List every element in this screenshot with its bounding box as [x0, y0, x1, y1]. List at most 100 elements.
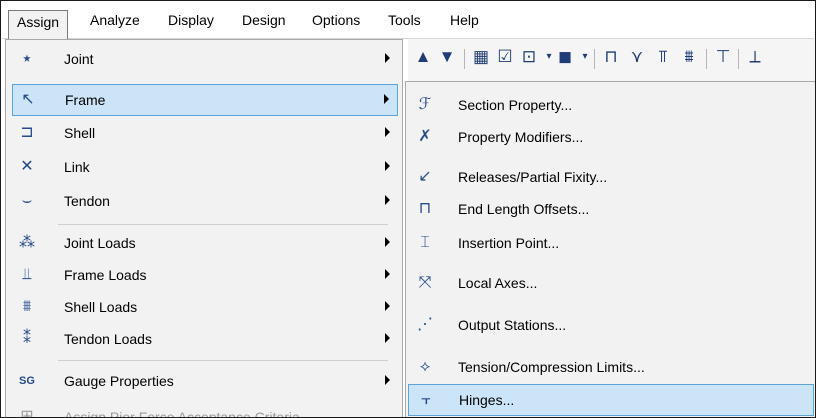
menu-item-frame[interactable]: ↖ Frame — [12, 84, 398, 116]
submenu-item-label: Output Stations... — [458, 317, 567, 333]
frame-icon[interactable]: ⊡ — [520, 48, 538, 66]
pier-icon: ⊞ — [20, 408, 34, 418]
menu-help[interactable]: Help — [442, 8, 487, 32]
submenu-arrow-icon — [385, 333, 390, 343]
menu-analyze[interactable]: Analyze — [82, 8, 148, 32]
toolbar-separator — [706, 49, 707, 69]
up-arrow-icon[interactable]: ▲ — [414, 48, 432, 66]
menu-item-label: Tendon Loads — [64, 331, 152, 347]
gauge-icon: SG — [19, 375, 35, 387]
submenu-arrow-icon — [385, 269, 390, 279]
menu-item-pier-criteria[interactable]: ⊞ Assign Pier Force Acceptance Criteria.… — [12, 402, 398, 418]
link-icon: ✕ — [20, 158, 34, 175]
toolbar-separator — [464, 49, 465, 69]
dropdown-icon[interactable]: ▾ — [576, 48, 594, 66]
submenu-arrow-icon — [385, 161, 390, 171]
beam-icon[interactable]: ⫪ — [654, 48, 672, 66]
menu-assign[interactable]: Assign — [8, 10, 69, 39]
menu-item-label: Shell — [64, 125, 96, 141]
submenu-item-releases[interactable]: ↙ Releases/Partial Fixity... — [408, 162, 814, 194]
menu-item-label: Assign Pier Force Acceptance Criteria... — [64, 409, 312, 418]
menu-separator — [58, 224, 388, 225]
menu-item-shell[interactable]: ⊐ Shell — [12, 118, 398, 150]
menu-item-link[interactable]: ✕ Link — [12, 152, 398, 184]
submenu-item-local-axes[interactable]: ⤧ Local Axes... — [408, 268, 814, 300]
menu-item-label: Link — [64, 159, 90, 175]
loads-icon[interactable]: ⩩ — [680, 48, 698, 66]
app-window: Assign Analyze Display Design Options To… — [0, 0, 816, 418]
end-offsets-icon: ⊓ — [418, 200, 432, 217]
submenu-item-output-stations[interactable]: ⋰ Output Stations... — [408, 310, 814, 342]
checkbox-icon[interactable]: ☑ — [496, 48, 514, 66]
menu-item-label: Joint — [64, 51, 94, 67]
frame-loads-icon: ⫫ — [22, 266, 32, 283]
submenu-arrow-icon — [385, 127, 390, 137]
submenu-item-insertion-point[interactable]: ⌶ Insertion Point... — [408, 228, 814, 260]
menu-item-label: Tendon — [64, 193, 110, 209]
menu-item-label: Shell Loads — [64, 299, 138, 315]
menu-item-joint[interactable]: ⭑ Joint — [12, 44, 398, 76]
tendon-loads-icon: ⁑ — [23, 330, 31, 347]
submenu-arrow-icon — [384, 94, 389, 104]
submenu-item-label: Local Axes... — [458, 275, 538, 291]
menu-item-label: Frame — [65, 92, 106, 108]
menu-item-label: Frame Loads — [64, 267, 147, 283]
submenu-item-tension-compression-limits[interactable]: ⟡ Tension/Compression Limits... — [408, 352, 814, 384]
toolbar-separator — [738, 49, 739, 69]
submenu-arrow-icon — [385, 195, 390, 205]
joint-loads-icon: ⁂ — [19, 234, 35, 251]
frame-submenu: ℱ Section Property... ✗ Property Modifie… — [405, 81, 815, 417]
section-property-icon: ℱ — [418, 96, 432, 113]
menu-separator — [58, 360, 388, 361]
portal-frame-icon[interactable]: ⊓ — [602, 48, 620, 66]
menu-item-shell-loads[interactable]: ⩩ Shell Loads — [12, 292, 398, 324]
menu-item-label: Gauge Properties — [64, 373, 174, 389]
submenu-item-label: Releases/Partial Fixity... — [458, 169, 608, 185]
submenu-item-property-modifiers[interactable]: ✗ Property Modifiers... — [408, 122, 814, 154]
toolbar: ▲ ▼ ▦ ☑ ⊡ ▾ ◼ ▾ ⊓ ⋎ ⫪ ⩩ ⊤ ⟂ — [408, 39, 815, 82]
tension-compression-icon: ⟡ — [419, 358, 431, 375]
submenu-item-end-length-offsets[interactable]: ⊓ End Length Offsets... — [408, 194, 814, 226]
submenu-item-label: Insertion Point... — [458, 235, 560, 251]
submenu-item-section-property[interactable]: ℱ Section Property... — [408, 90, 814, 122]
tendon-icon: ⌣ — [21, 192, 33, 209]
menu-options[interactable]: Options — [304, 8, 368, 32]
menu-item-gauge-properties[interactable]: SG Gauge Properties — [12, 366, 398, 398]
grid-icon[interactable]: ▦ — [472, 48, 490, 66]
property-modifiers-icon: ✗ — [418, 128, 432, 145]
cube-icon[interactable]: ◼ — [556, 48, 574, 66]
menu-item-tendon[interactable]: ⌣ Tendon — [12, 186, 398, 218]
menu-tools[interactable]: Tools — [380, 8, 429, 32]
submenu-item-label: Hinges... — [459, 392, 515, 408]
menu-item-tendon-loads[interactable]: ⁑ Tendon Loads — [12, 324, 398, 356]
frame-icon: ↖ — [21, 91, 35, 108]
releases-icon: ↙ — [418, 168, 432, 185]
submenu-item-hinges[interactable]: ⫟ Hinges... — [408, 384, 814, 416]
truss-icon[interactable]: ⟂ — [746, 48, 764, 66]
local-axes-icon: ⤧ — [418, 274, 432, 291]
menu-item-label: Joint Loads — [64, 235, 136, 251]
down-arrow-icon[interactable]: ▼ — [438, 48, 456, 66]
submenu-item-label: Section Property... — [458, 97, 573, 113]
menu-display[interactable]: Display — [160, 8, 222, 32]
submenu-arrow-icon — [385, 237, 390, 247]
toolbar-separator — [594, 49, 595, 69]
menu-item-joint-loads[interactable]: ⁂ Joint Loads — [12, 228, 398, 260]
submenu-arrow-icon — [385, 301, 390, 311]
menu-design[interactable]: Design — [234, 8, 294, 32]
insertion-point-icon: ⌶ — [420, 234, 430, 251]
menu-item-frame-loads[interactable]: ⫫ Frame Loads — [12, 260, 398, 292]
column-icon[interactable]: ⊤ — [714, 48, 732, 66]
hinges-icon: ⫟ — [421, 391, 431, 408]
submenu-arrow-icon — [385, 53, 390, 63]
assign-menu: ⭑ Joint ↖ Frame ⊐ Shell ✕ Link ⌣ Tendon … — [5, 39, 403, 418]
submenu-arrow-icon — [385, 375, 390, 385]
submenu-item-label: Property Modifiers... — [458, 129, 584, 145]
link-icon[interactable]: ⋎ — [628, 48, 646, 66]
shell-icon: ⊐ — [20, 124, 34, 141]
joint-icon: ⭑ — [22, 50, 32, 67]
shell-loads-icon: ⩩ — [22, 298, 32, 315]
submenu-item-label: Tension/Compression Limits... — [458, 359, 645, 375]
output-stations-icon: ⋰ — [417, 316, 433, 333]
menu-bar: Assign Analyze Display Design Options To… — [2, 2, 814, 39]
